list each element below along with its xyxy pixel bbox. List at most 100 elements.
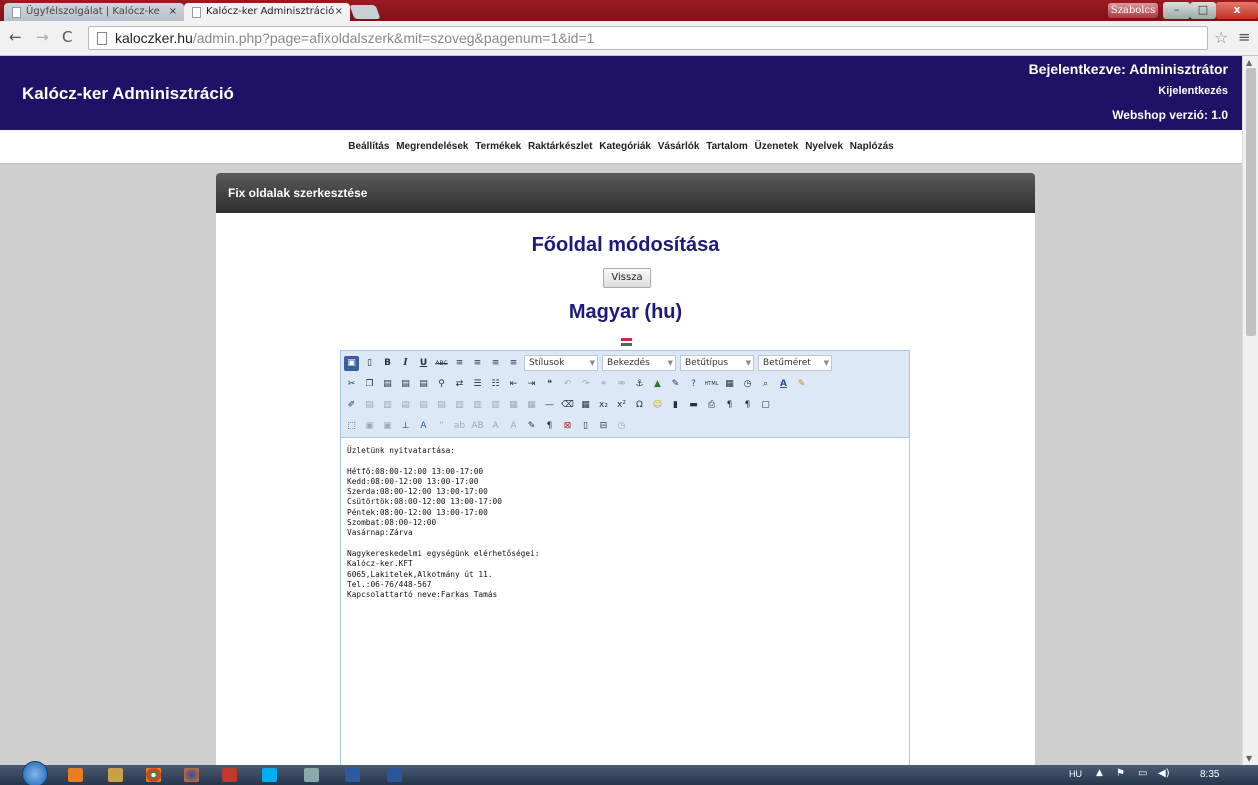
url-bar[interactable]: kaloczker.hu/admin.php?page=afixoldalsze… xyxy=(88,26,1208,50)
menu-icon[interactable]: ≡ xyxy=(1238,28,1251,46)
forward-arrow-icon[interactable]: → xyxy=(36,28,49,46)
strikethrough-icon[interactable]: ABC xyxy=(434,356,449,371)
merge-cells-icon[interactable]: ▦ xyxy=(524,398,539,413)
emoticon-icon[interactable]: ☺ xyxy=(650,398,665,413)
insert-date-icon[interactable]: ▦ xyxy=(722,377,737,392)
html-icon[interactable]: HTML xyxy=(704,377,719,392)
superscript-icon[interactable]: x² xyxy=(614,398,629,413)
edit-icon[interactable]: ✐ xyxy=(344,398,359,413)
move-backward-icon[interactable]: ▣ xyxy=(380,419,395,434)
network-icon[interactable]: ▭ xyxy=(1138,768,1147,779)
save-app-icon[interactable] xyxy=(345,768,360,782)
volume-icon[interactable]: ◀) xyxy=(1158,768,1170,779)
fullscreen-icon[interactable]: ▢ xyxy=(758,398,773,413)
move-forward-icon[interactable]: ▣ xyxy=(362,419,377,434)
template-icon[interactable]: ▯ xyxy=(578,419,593,434)
paste-text-icon[interactable]: ▤ xyxy=(398,377,413,392)
tray-expand-icon[interactable]: ▲ xyxy=(1096,768,1103,778)
style-props-icon[interactable]: A xyxy=(416,419,431,434)
cite-icon[interactable]: “ xyxy=(434,419,449,434)
restore-draft-icon[interactable]: ◷ xyxy=(614,419,629,434)
chrome-icon[interactable] xyxy=(146,768,161,782)
new-document-icon[interactable]: ▯ xyxy=(362,356,377,371)
firefox-icon[interactable] xyxy=(184,768,199,782)
scroll-up-icon[interactable]: ▲ xyxy=(1246,58,1252,67)
cut-icon[interactable]: ✂ xyxy=(344,377,359,392)
tab-close-icon[interactable]: × xyxy=(169,3,177,21)
delete-text-icon[interactable]: A xyxy=(488,419,503,434)
menu-item-beallitas[interactable]: Beállítás xyxy=(348,141,389,152)
attributes-icon[interactable]: ✎ xyxy=(524,419,539,434)
find-icon[interactable]: ⚲ xyxy=(434,377,449,392)
tab-admin[interactable]: Kalócz-ker Adminisztráció × xyxy=(184,3,350,21)
editor-content[interactable]: Üzletünk nyitvatartása: Hétfő:08:00-12:0… xyxy=(341,438,909,600)
paste-word-icon[interactable]: ▤ xyxy=(416,377,431,392)
acronym-icon[interactable]: AB xyxy=(470,419,485,434)
cleanup-icon[interactable]: ✎ xyxy=(668,377,683,392)
text-color-icon[interactable]: A xyxy=(776,377,791,392)
replace-icon[interactable]: ⇄ xyxy=(452,377,467,392)
unlink-icon[interactable]: ⚮ xyxy=(614,377,629,392)
remove-format-icon[interactable]: ⌫ xyxy=(560,398,575,413)
background-color-icon[interactable]: ✎ xyxy=(794,377,809,392)
font-select[interactable]: Betűtípus ▼ xyxy=(680,355,754,371)
special-char-icon[interactable]: Ω xyxy=(632,398,647,413)
insert-layer-icon[interactable]: ⬚ xyxy=(344,419,359,434)
outdent-icon[interactable]: ⇤ xyxy=(506,377,521,392)
insert-time-icon[interactable]: ◷ xyxy=(740,377,755,392)
flag-tray-icon[interactable]: ⚑ xyxy=(1116,768,1125,779)
insert-text-icon[interactable]: A xyxy=(506,419,521,434)
delete-col-icon[interactable]: ▥ xyxy=(488,398,503,413)
opera-icon[interactable] xyxy=(222,768,237,782)
insert-row-after-icon[interactable]: ▤ xyxy=(416,398,431,413)
split-cells-icon[interactable]: ▦ xyxy=(506,398,521,413)
style-select[interactable]: Stílusok ▼ xyxy=(524,355,598,371)
rtl-icon[interactable]: ¶ xyxy=(740,398,755,413)
insert-table-icon[interactable]: ▦ xyxy=(578,398,593,413)
new-tab-button[interactable] xyxy=(349,5,381,19)
close-window-button[interactable]: x xyxy=(1216,2,1258,19)
media-icon[interactable]: ▮ xyxy=(668,398,683,413)
pagebreak-icon[interactable]: ⊟ xyxy=(596,419,611,434)
advanced-hr-icon[interactable]: ▬ xyxy=(686,398,701,413)
profile-button[interactable]: Szabolcs xyxy=(1108,3,1158,18)
menu-item-kategoriak[interactable]: Kategóriák xyxy=(599,141,651,152)
print-icon[interactable]: ⎙ xyxy=(704,398,719,413)
nonbreaking-icon[interactable]: ⊠ xyxy=(560,419,575,434)
align-justify-icon[interactable]: ≡ xyxy=(506,356,521,371)
paste-icon[interactable]: ▤ xyxy=(380,377,395,392)
table-cell-props-icon[interactable]: ▥ xyxy=(380,398,395,413)
bold-icon[interactable]: B xyxy=(380,356,395,371)
align-right-icon[interactable]: ≡ xyxy=(488,356,503,371)
maximize-button[interactable]: □ xyxy=(1190,2,1216,19)
insert-row-before-icon[interactable]: ▤ xyxy=(398,398,413,413)
bullet-list-icon[interactable]: ☰ xyxy=(470,377,485,392)
copy-icon[interactable]: ❐ xyxy=(362,377,377,392)
format-select[interactable]: Bekezdés ▼ xyxy=(602,355,676,371)
numbered-list-icon[interactable]: ☷ xyxy=(488,377,503,392)
minimize-button[interactable]: – xyxy=(1163,2,1190,19)
language-indicator[interactable]: HU xyxy=(1069,769,1082,779)
menu-item-vasarlok[interactable]: Vásárlók xyxy=(658,141,700,152)
abbr-icon[interactable]: ab xyxy=(452,419,467,434)
start-button[interactable] xyxy=(22,761,48,785)
italic-icon[interactable]: I xyxy=(398,356,413,371)
back-arrow-icon[interactable]: ← xyxy=(9,28,22,46)
scroll-down-icon[interactable]: ▼ xyxy=(1246,754,1252,763)
align-center-icon[interactable]: ≡ xyxy=(470,356,485,371)
menu-item-naplozas[interactable]: Naplózás xyxy=(850,141,894,152)
link-icon[interactable]: ⚭ xyxy=(596,377,611,392)
underline-icon[interactable]: U xyxy=(416,356,431,371)
blockquote-icon[interactable]: ❝ xyxy=(542,377,557,392)
ltr-icon[interactable]: ¶ xyxy=(722,398,737,413)
undo-icon[interactable]: ↶ xyxy=(560,377,575,392)
horizontal-rule-icon[interactable]: — xyxy=(542,398,557,413)
preview-icon[interactable]: ⌕ xyxy=(758,377,773,392)
subscript-icon[interactable]: x₂ xyxy=(596,398,611,413)
clock[interactable]: 8:35 xyxy=(1200,769,1219,780)
help-icon[interactable]: ? xyxy=(686,377,701,392)
media-player-icon[interactable] xyxy=(68,768,83,782)
menu-item-nyelvek[interactable]: Nyelvek xyxy=(805,141,843,152)
absolute-position-icon[interactable]: ⊥ xyxy=(398,419,413,434)
align-left-icon[interactable]: ≡ xyxy=(452,356,467,371)
